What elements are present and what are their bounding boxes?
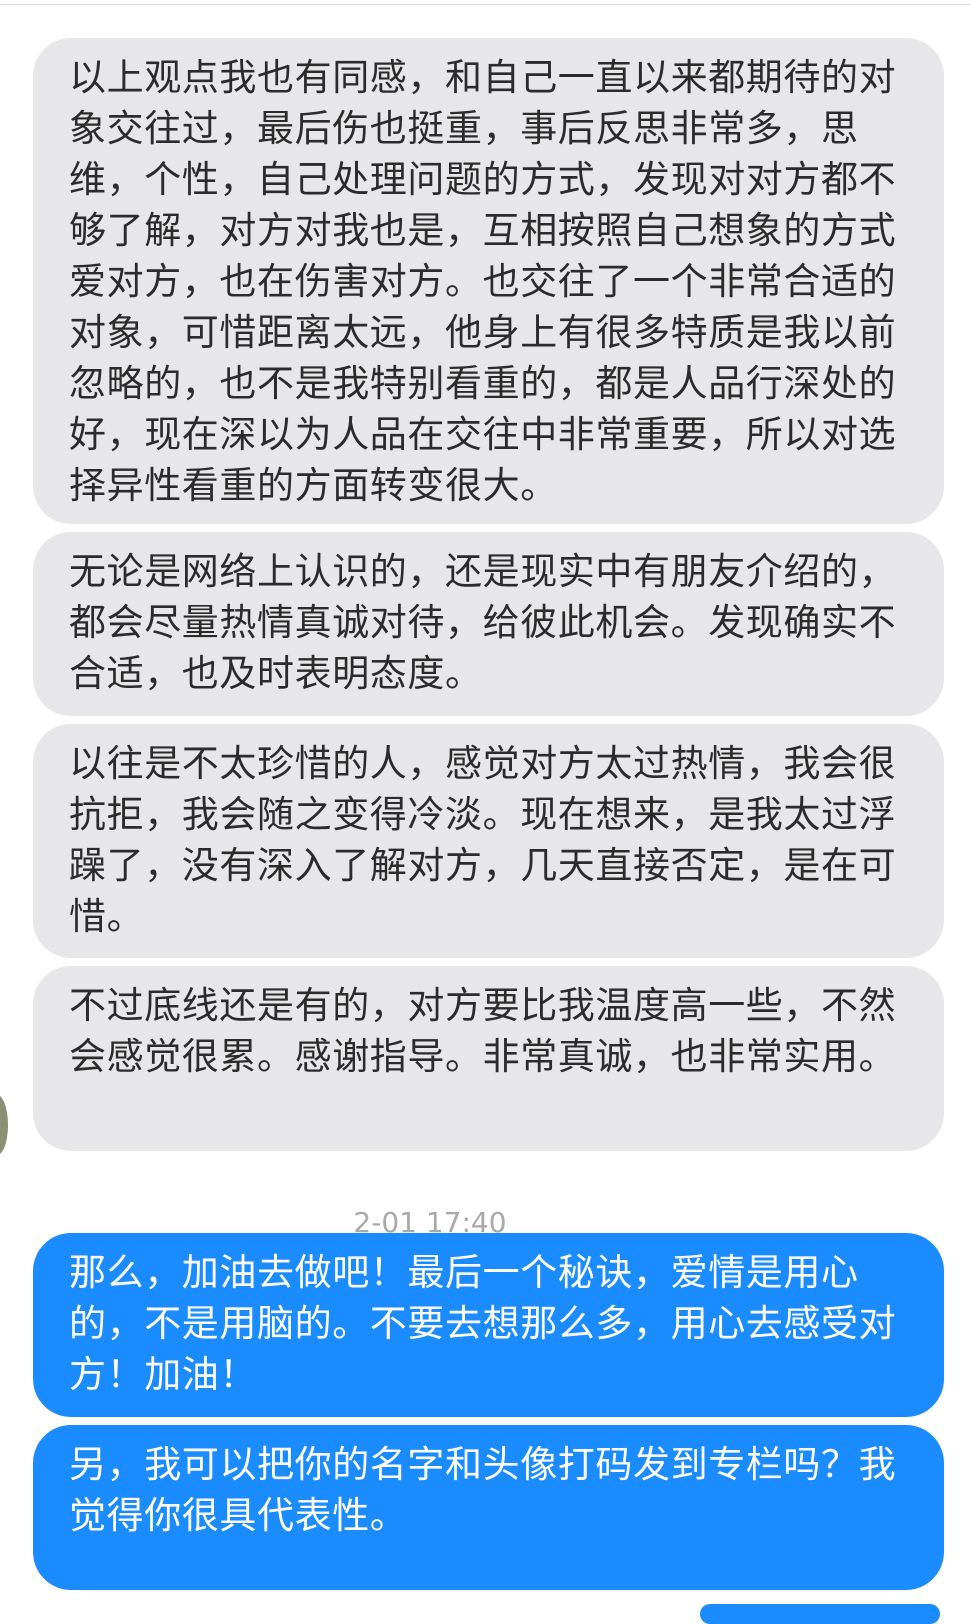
- message-bubble-received[interactable]: 以往是不太珍惜的人，感觉对方太过热情，我会很抗拒，我会随之变得冷淡。现在想来，是…: [33, 724, 944, 958]
- message-bubble-received[interactable]: 以上观点我也有同感，和自己一直以来都期待的对象交往过，最后伤也挺重，事后反思非常…: [33, 38, 944, 524]
- message-bubble-sent[interactable]: 那么，加油去做吧！最后一个秘诀，爱情是用心的，不是用脑的。不要去想那么多，用心去…: [33, 1233, 944, 1417]
- message-text: 以上观点我也有同感，和自己一直以来都期待的对象交往过，最后伤也挺重，事后反思非常…: [69, 56, 897, 507]
- message-bubble-sent[interactable]: 另，我可以把你的名字和头像打码发到专栏吗？我觉得你很具代表性。: [33, 1425, 944, 1590]
- message-bubble-received[interactable]: 不过底线还是有的，对方要比我温度高一些，不然会感觉很累。感谢指导。非常真诚，也非…: [33, 966, 944, 1151]
- avatar[interactable]: [0, 1095, 8, 1155]
- message-text: 以往是不太珍惜的人，感觉对方太过热情，我会很抗拒，我会随之变得冷淡。现在想来，是…: [69, 742, 897, 938]
- message-text: 另，我可以把你的名字和头像打码发到专栏吗？我觉得你很具代表性。: [69, 1443, 897, 1537]
- message-text: 不过底线还是有的，对方要比我温度高一些，不然会感觉很累。感谢指导。非常真诚，也非…: [69, 984, 897, 1078]
- message-bubble-received[interactable]: 无论是网络上认识的，还是现实中有朋友介绍的，都会尽量热情真诚对待，给彼此机会。发…: [33, 532, 944, 716]
- next-message-edge: [700, 1604, 940, 1624]
- message-text: 那么，加油去做吧！最后一个秘诀，爱情是用心的，不是用脑的。不要去想那么多，用心去…: [69, 1251, 897, 1396]
- message-text: 无论是网络上认识的，还是现实中有朋友介绍的，都会尽量热情真诚对待，给彼此机会。发…: [69, 550, 897, 695]
- top-divider: [0, 4, 970, 5]
